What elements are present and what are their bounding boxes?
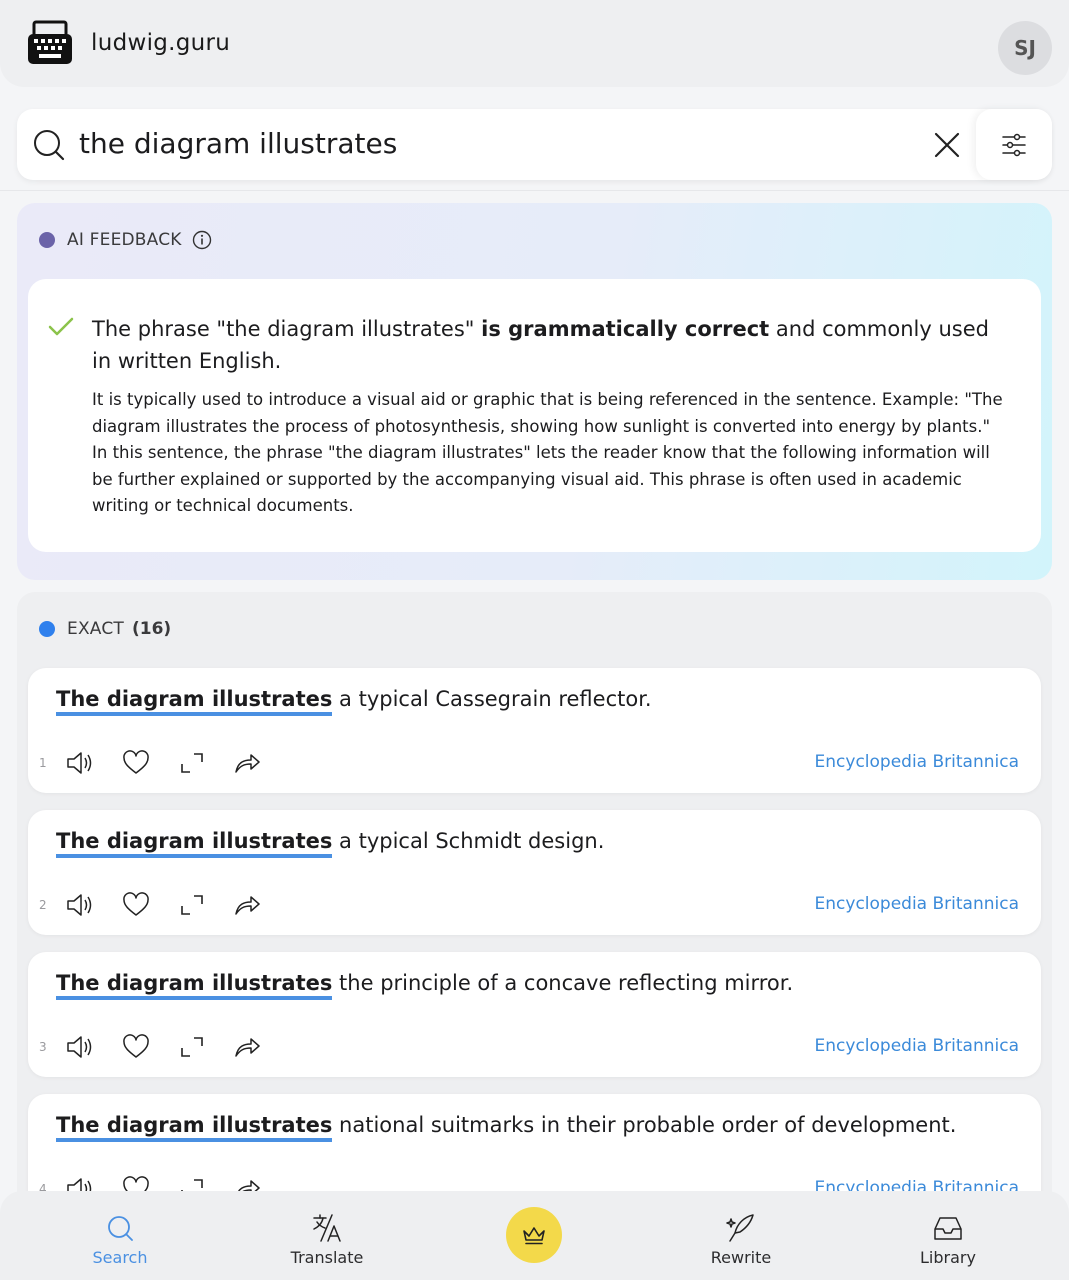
- result-rest: the principle of a concave reflecting mi…: [332, 971, 794, 995]
- inbox-icon: [934, 1217, 962, 1240]
- ai-feedback-dot: [39, 232, 55, 248]
- nav-search-label: Search: [92, 1248, 148, 1267]
- ai-feedback-label: AI FEEDBACK: [67, 230, 182, 250]
- search-input[interactable]: the diagram illustrates: [79, 127, 397, 160]
- result-card[interactable]: The diagram illustrates a typical Casseg…: [28, 668, 1041, 793]
- ai-feedback-card: The phrase "the diagram illustrates" is …: [28, 279, 1041, 552]
- ai-feedback-header: AI FEEDBACK: [39, 228, 212, 252]
- nav-rewrite[interactable]: Rewrite: [681, 1213, 801, 1267]
- translate-icon: [313, 1214, 341, 1242]
- exact-label: EXACT: [67, 619, 124, 639]
- nav-library[interactable]: Library: [888, 1213, 1008, 1267]
- heart-icon[interactable]: [122, 750, 150, 776]
- ai-feedback-body: It is typically used to introduce a visu…: [92, 390, 1003, 515]
- bottom-nav: Search Translate Rewrite Library: [0, 1191, 1069, 1280]
- ai-feedback-headline: The phrase "the diagram illustrates" is …: [92, 313, 992, 377]
- share-icon[interactable]: [233, 1034, 261, 1060]
- result-source-link[interactable]: Encyclopedia Britannica: [815, 752, 1019, 772]
- speaker-icon[interactable]: [66, 892, 94, 918]
- crown-icon: [523, 1227, 545, 1245]
- search-bar: the diagram illustrates: [17, 109, 1052, 180]
- top-bar: ludwig.guru SJ: [0, 0, 1069, 87]
- result-highlight: The diagram illustrates: [56, 1113, 333, 1142]
- result-card[interactable]: The diagram illustrates the principle of…: [28, 952, 1041, 1077]
- ai-feedback-panel: AI FEEDBACK The phrase "the diagram illu…: [17, 203, 1052, 580]
- user-avatar[interactable]: SJ: [998, 21, 1052, 75]
- result-highlight: The diagram illustrates: [56, 829, 333, 858]
- nav-translate[interactable]: Translate: [267, 1213, 387, 1267]
- result-source-link[interactable]: Encyclopedia Britannica: [815, 894, 1019, 914]
- info-icon[interactable]: [192, 230, 212, 250]
- headline-text: The phrase "the diagram illustrates": [92, 317, 482, 341]
- exact-dot: [39, 621, 55, 637]
- brand-name[interactable]: ludwig.guru: [91, 30, 230, 56]
- exact-results-panel: EXACT (16) The diagram illustrates a typ…: [17, 592, 1052, 1280]
- result-sentence[interactable]: The diagram illustrates a typical Casseg…: [56, 687, 652, 716]
- result-highlight: The diagram illustrates: [56, 971, 333, 1000]
- result-sentence[interactable]: The diagram illustrates the principle of…: [56, 971, 794, 1000]
- premium-button[interactable]: [506, 1207, 562, 1263]
- result-rest: a typical Cassegrain reflector.: [332, 687, 652, 711]
- speaker-icon[interactable]: [66, 750, 94, 776]
- result-rest: national suitmarks in their probable ord…: [332, 1113, 957, 1137]
- nav-search[interactable]: Search: [60, 1213, 180, 1267]
- result-number: 1: [39, 756, 47, 770]
- speaker-icon[interactable]: [66, 1034, 94, 1060]
- nav-rewrite-label: Rewrite: [710, 1248, 772, 1267]
- exact-count: (16): [131, 619, 172, 639]
- result-highlight: The diagram illustrates: [56, 687, 333, 716]
- result-sentence[interactable]: The diagram illustrates national suitmar…: [56, 1113, 957, 1142]
- heart-icon[interactable]: [122, 892, 150, 918]
- exact-header: EXACT (16): [39, 617, 171, 641]
- expand-icon[interactable]: [178, 1034, 206, 1060]
- search-icon: [108, 1216, 133, 1241]
- filter-button[interactable]: [976, 109, 1052, 180]
- quill-icon: [726, 1214, 754, 1242]
- divider: [0, 190, 1069, 191]
- result-sentence[interactable]: The diagram illustrates a typical Schmid…: [56, 829, 605, 858]
- expand-icon[interactable]: [178, 892, 206, 918]
- close-icon[interactable]: [933, 131, 961, 159]
- result-number: 3: [39, 1040, 47, 1054]
- nav-library-label: Library: [920, 1248, 976, 1267]
- typewriter-logo-icon[interactable]: [27, 20, 73, 66]
- check-icon: [48, 317, 74, 336]
- share-icon[interactable]: [233, 892, 261, 918]
- heart-icon[interactable]: [122, 1034, 150, 1060]
- search-icon: [34, 130, 65, 161]
- share-icon[interactable]: [233, 750, 261, 776]
- nav-translate-label: Translate: [290, 1248, 364, 1267]
- sliders-icon: [1002, 133, 1026, 157]
- result-card[interactable]: The diagram illustrates a typical Schmid…: [28, 810, 1041, 935]
- result-source-link[interactable]: Encyclopedia Britannica: [815, 1036, 1019, 1056]
- headline-verdict: is grammatically correct: [481, 317, 770, 341]
- result-number: 2: [39, 898, 47, 912]
- expand-icon[interactable]: [178, 750, 206, 776]
- result-rest: a typical Schmidt design.: [332, 829, 605, 853]
